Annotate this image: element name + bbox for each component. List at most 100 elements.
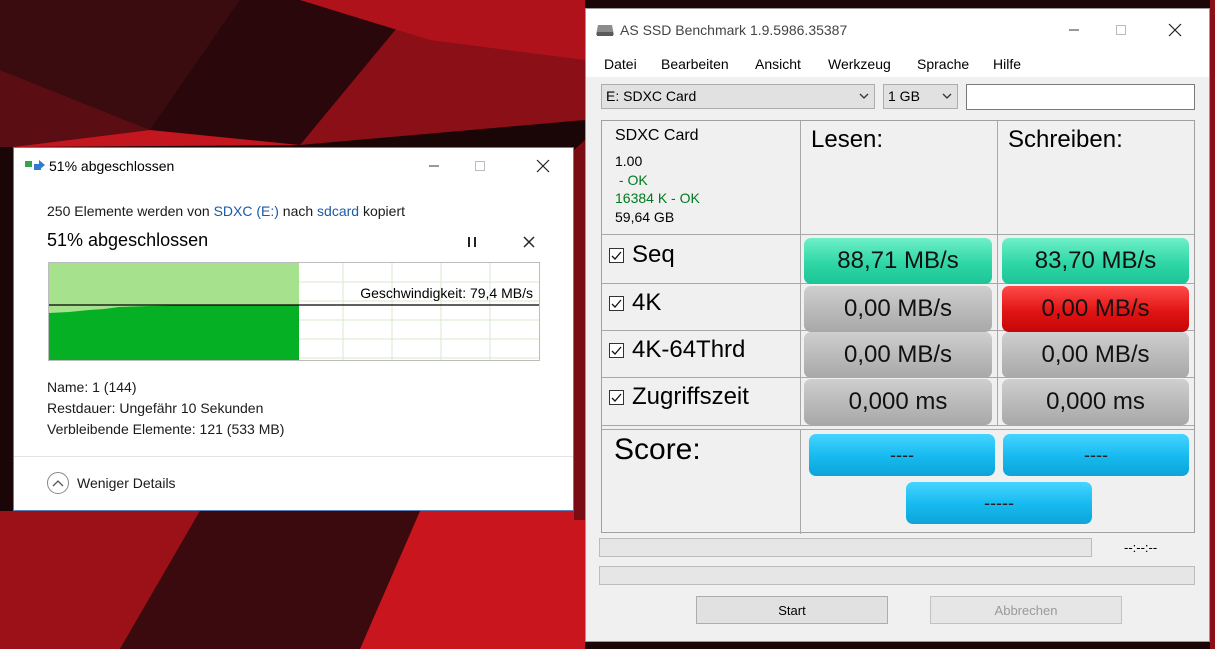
path-input[interactable]	[966, 84, 1195, 110]
copy-window-title: 51% abgeschlossen	[49, 158, 175, 174]
cancel-copy-button[interactable]	[519, 232, 539, 252]
divider	[14, 456, 573, 457]
chevron-down-icon	[942, 93, 952, 99]
pause-button[interactable]	[462, 232, 482, 252]
close-button[interactable]	[1152, 9, 1198, 51]
result-seq-read: 88,71 MB/s	[804, 238, 992, 284]
checkmark-icon	[611, 393, 622, 402]
menu-werkzeug[interactable]: Werkzeug	[828, 56, 891, 72]
row-label-4k-64thrd: 4K-64Thrd	[632, 336, 746, 363]
copy-titlebar[interactable]: 51% abgeschlossen	[14, 148, 573, 184]
speed-label: Geschwindigkeit: 79,4 MB/s	[360, 285, 533, 301]
status-middle: nach	[282, 203, 314, 219]
row-label-4k: 4K	[632, 289, 662, 316]
drive-select-value: E: SDXC Card	[606, 88, 697, 104]
menu-sprache[interactable]: Sprache	[917, 56, 969, 72]
current-item-name: Name: 1 (144)	[47, 379, 137, 395]
close-icon	[536, 159, 550, 173]
percent-complete-heading: 51% abgeschlossen	[47, 230, 209, 250]
row-4k-64thrd[interactable]: 4K-64Thrd	[609, 336, 745, 364]
size-select-value: 1 GB	[888, 88, 920, 104]
abort-button[interactable]: Abbrechen	[930, 596, 1122, 624]
copy-details: Name: 1 (144) Restdauer: Ungefähr 10 Sek…	[47, 377, 284, 440]
result-access-time-write: 0,000 ms	[1002, 379, 1189, 425]
menu-bearbeiten[interactable]: Bearbeiten	[661, 56, 729, 72]
destination-link[interactable]: sdcard	[317, 203, 359, 219]
drive-firmware: 1.00	[615, 153, 643, 169]
start-button[interactable]: Start	[696, 596, 888, 624]
minimize-icon	[429, 165, 439, 167]
remaining-time: Restdauer: Ungefähr 10 Sekunden	[47, 400, 264, 416]
close-button[interactable]	[520, 148, 566, 184]
drive-icon	[596, 25, 614, 36]
grid-divider	[602, 429, 1194, 430]
drive-select[interactable]: E: SDXC Card	[601, 84, 875, 109]
benchmark-titlebar[interactable]: AS SSD Benchmark 1.9.5986.35387	[586, 9, 1209, 51]
checkbox-seq[interactable]	[609, 247, 624, 263]
remaining-items: Verbleibende Elemente: 121 (533 MB)	[47, 421, 285, 437]
grid-divider	[997, 121, 998, 426]
results-grid: SDXC Card 1.00 - OK 16384 K - OK 59,64 G…	[601, 120, 1195, 534]
less-details-toggle[interactable]: Weniger Details	[47, 472, 176, 494]
copy-status-text: 250 Elemente werden von SDXC (E:) nach s…	[47, 203, 405, 219]
menu-hilfe[interactable]: Hilfe	[993, 56, 1021, 72]
row-4k[interactable]: 4K	[609, 289, 661, 317]
checkmark-icon	[611, 299, 622, 308]
write-column-header: Schreiben:	[1008, 126, 1123, 153]
grid-divider	[602, 425, 1194, 426]
row-access-time[interactable]: Zugriffszeit	[609, 383, 749, 411]
close-icon	[1168, 23, 1182, 37]
drive-capacity: 59,64 GB	[615, 209, 675, 225]
chevron-down-icon	[859, 93, 869, 99]
grid-divider	[602, 234, 1194, 235]
status-suffix: kopiert	[362, 203, 405, 219]
checkbox-4k-64thrd[interactable]	[609, 342, 624, 358]
size-select[interactable]: 1 GB	[883, 84, 958, 109]
result-4k-write: 0,00 MB/s	[1002, 286, 1189, 332]
menu-ansicht[interactable]: Ansicht	[755, 56, 801, 72]
row-label-seq: Seq	[632, 241, 675, 268]
score-write: ----	[1003, 434, 1189, 476]
read-column-header: Lesen:	[811, 126, 884, 153]
result-access-time-read: 0,000 ms	[804, 379, 992, 425]
row-seq[interactable]: Seq	[609, 241, 675, 269]
overall-progress-bar	[599, 566, 1195, 585]
checkbox-access-time[interactable]	[609, 389, 624, 405]
benchmark-window-title: AS SSD Benchmark 1.9.5986.35387	[620, 22, 848, 38]
copy-files-icon	[25, 160, 45, 170]
drive-status-1: - OK	[615, 172, 648, 188]
minimize-button[interactable]	[1051, 9, 1097, 51]
grid-divider	[800, 430, 801, 534]
result-4k-read: 0,00 MB/s	[804, 286, 992, 332]
menu-bar: Datei Bearbeiten Ansicht Werkzeug Sprach…	[586, 51, 1209, 77]
result-4k-64thrd-read: 0,00 MB/s	[804, 332, 992, 378]
maximize-button[interactable]	[457, 148, 503, 184]
drive-status-2: 16384 K - OK	[615, 190, 700, 206]
minimize-button[interactable]	[411, 148, 457, 184]
checkbox-4k[interactable]	[609, 295, 624, 311]
maximize-icon	[475, 161, 485, 171]
grid-divider	[800, 121, 801, 426]
score-label: Score:	[614, 433, 701, 466]
copy-progress-dialog: 51% abgeschlossen 250 Elemente werden vo…	[13, 147, 574, 511]
menu-datei[interactable]: Datei	[604, 56, 637, 72]
chevron-up-icon	[47, 472, 69, 494]
transfer-speed-graph: Geschwindigkeit: 79,4 MB/s	[48, 262, 540, 361]
score-read: ----	[809, 434, 995, 476]
close-icon	[523, 236, 535, 248]
maximize-icon	[1116, 25, 1126, 35]
source-link[interactable]: SDXC (E:)	[214, 203, 279, 219]
checkmark-icon	[611, 251, 622, 260]
score-total: -----	[906, 482, 1092, 524]
checkmark-icon	[611, 346, 622, 355]
test-progress-bar	[599, 538, 1092, 557]
row-label-access-time: Zugriffszeit	[632, 383, 749, 410]
minimize-icon	[1069, 29, 1079, 31]
speed-graph-canvas	[49, 263, 539, 360]
less-details-label: Weniger Details	[77, 475, 176, 491]
status-prefix: 250 Elemente werden von	[47, 203, 210, 219]
drive-name: SDXC Card	[615, 127, 699, 144]
maximize-button[interactable]	[1098, 9, 1144, 51]
result-4k-64thrd-write: 0,00 MB/s	[1002, 332, 1189, 378]
speed-area	[49, 305, 299, 360]
